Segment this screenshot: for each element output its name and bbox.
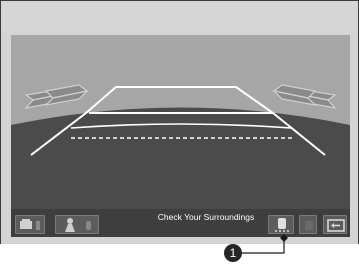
callout-number: 1 — [224, 244, 242, 262]
callout-leader — [242, 234, 288, 254]
